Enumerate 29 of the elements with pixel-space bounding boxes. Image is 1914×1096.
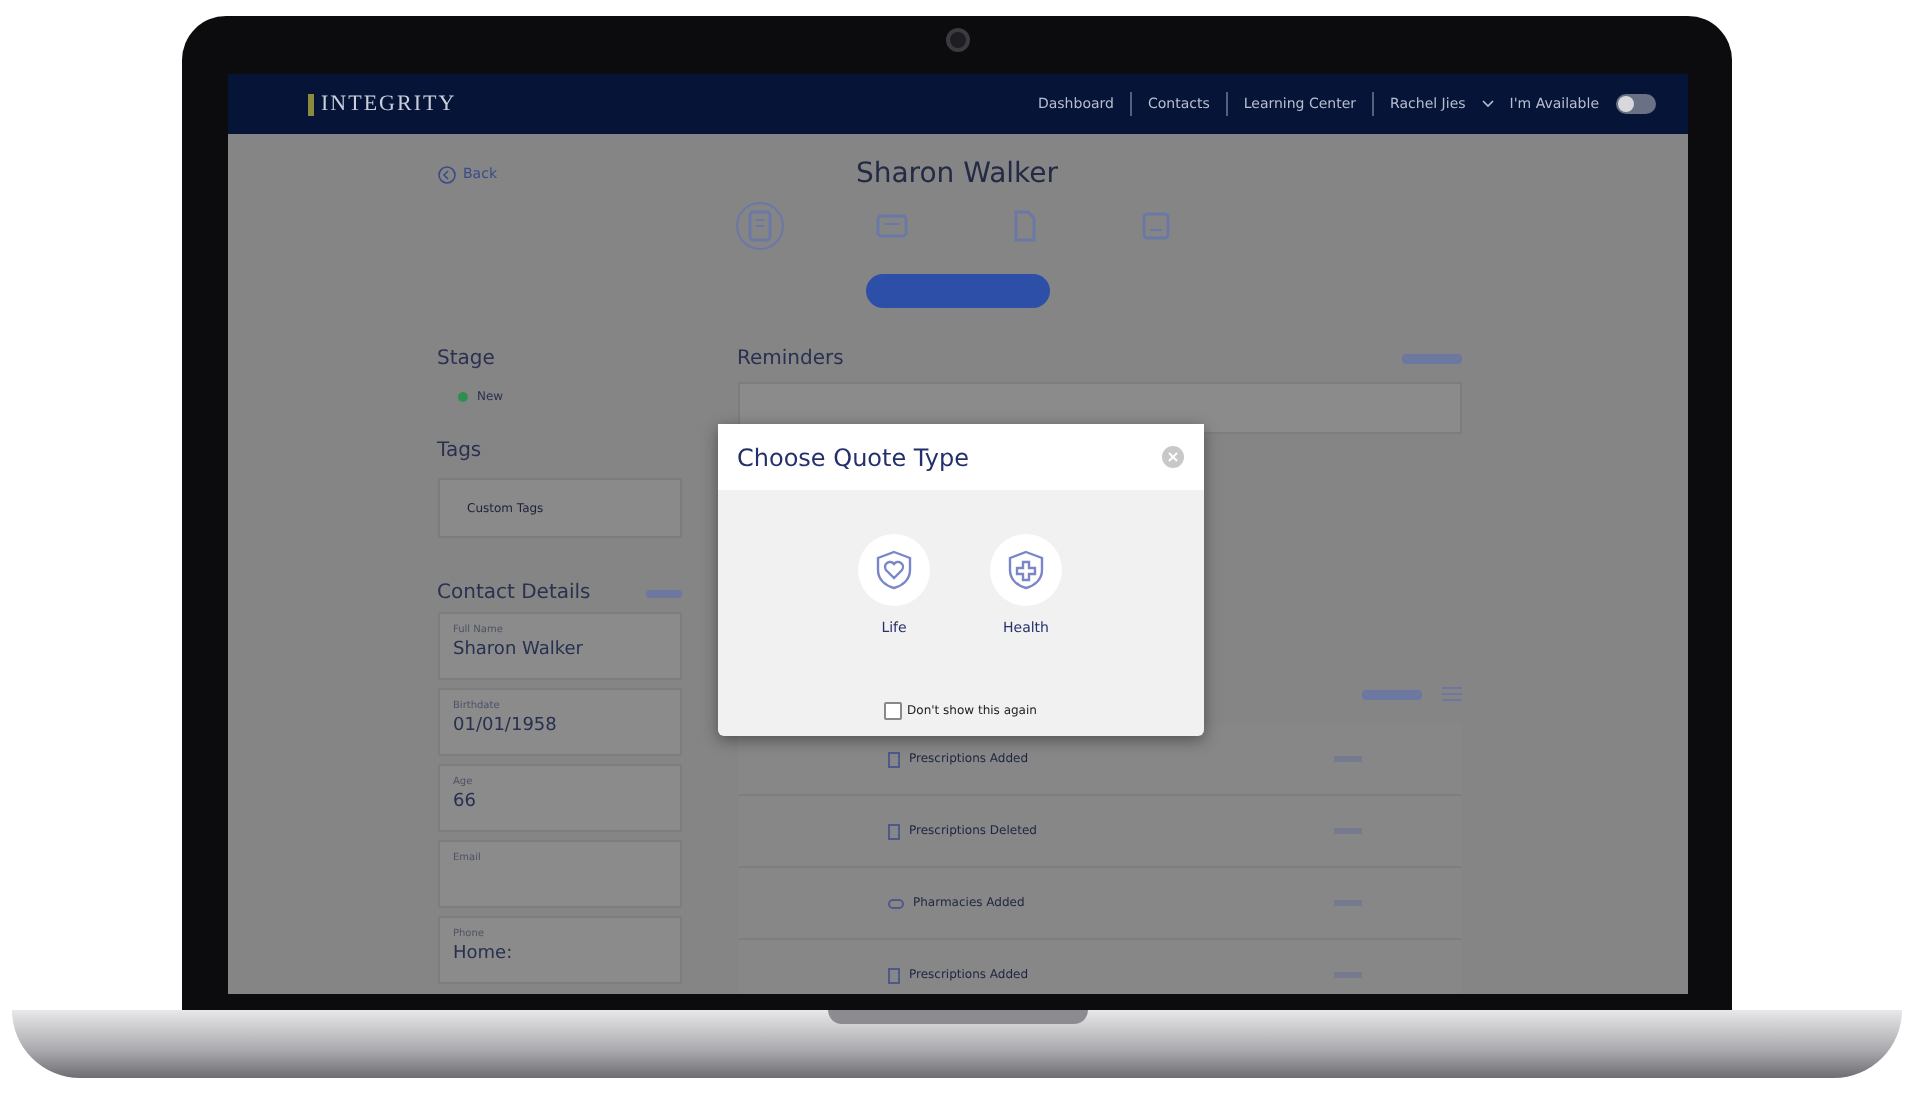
add-reminder-link[interactable] xyxy=(1401,354,1461,364)
document-icon xyxy=(887,751,899,767)
section-title: Reminders xyxy=(737,348,844,370)
tab[interactable] xyxy=(735,202,783,250)
field-value: Home: xyxy=(453,944,515,964)
close-icon[interactable] xyxy=(1161,446,1183,468)
document-icon xyxy=(887,967,899,983)
shield-icon xyxy=(872,548,916,592)
filter-dropdown[interactable] xyxy=(1361,689,1421,699)
document-icon xyxy=(887,823,899,839)
dialog-title: Choose Quote Type xyxy=(737,443,969,471)
section-title: Stage xyxy=(437,348,497,370)
field-value: Sharon Walker xyxy=(453,640,585,660)
contact-name: Sharon Walker xyxy=(855,158,1059,190)
checkbox[interactable] xyxy=(883,702,902,720)
availability-toggle[interactable] xyxy=(1615,94,1655,114)
shield-icon xyxy=(1004,548,1048,592)
section-title: Tags xyxy=(437,440,484,462)
field-value: 01/01/1958 xyxy=(453,716,559,736)
field-value: 66 xyxy=(453,792,478,812)
logo-mark-icon xyxy=(307,93,313,115)
section-title: Contact Details xyxy=(437,582,591,604)
chevron-down-icon[interactable] xyxy=(1481,100,1494,108)
menu-icon[interactable] xyxy=(1441,686,1461,702)
camera-icon xyxy=(945,28,969,52)
primary-button[interactable] xyxy=(865,274,1049,308)
logo-text: INTEGRITY xyxy=(321,92,457,116)
pill-icon xyxy=(887,897,903,909)
status-dot xyxy=(457,392,467,402)
